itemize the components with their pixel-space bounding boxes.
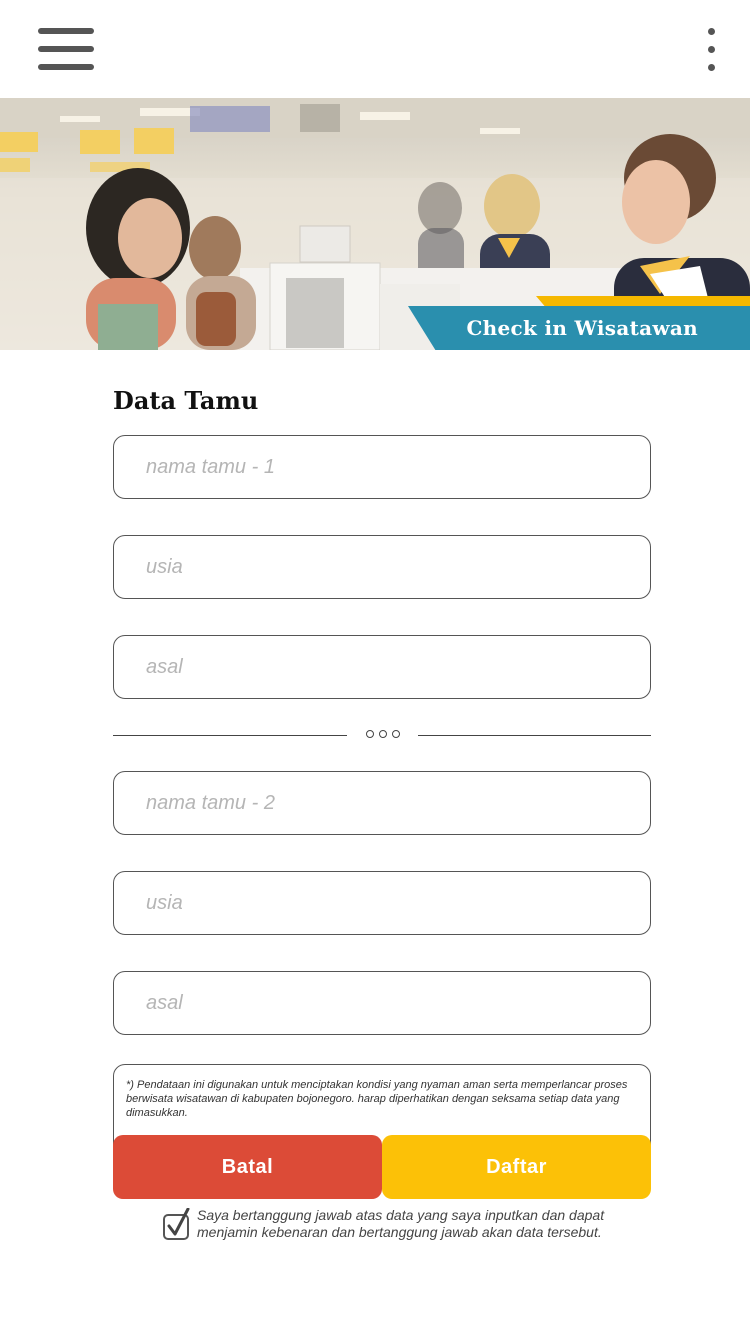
- agreement-row: Saya bertanggung jawab atas data yang sa…: [163, 1206, 643, 1252]
- more-vertical-icon[interactable]: [700, 26, 724, 76]
- agreement-text: Saya bertanggung jawab atas data yang sa…: [197, 1207, 605, 1240]
- guest1-name-field[interactable]: [113, 435, 651, 499]
- banner-accent: [536, 296, 750, 306]
- guest2-name-input[interactable]: [114, 772, 650, 834]
- hamburger-menu-icon[interactable]: [38, 28, 94, 72]
- divider-right: [418, 735, 651, 736]
- page-title: Data Tamu: [113, 386, 259, 415]
- guest1-origin-input[interactable]: [114, 636, 650, 698]
- guest2-age-input[interactable]: [114, 872, 650, 934]
- guest1-origin-field[interactable]: [113, 635, 651, 699]
- guest2-name-field[interactable]: [113, 771, 651, 835]
- guest1-age-field[interactable]: [113, 535, 651, 599]
- ellipsis-icon: [364, 730, 404, 740]
- banner-title: Check in Wisatawan: [466, 316, 698, 340]
- divider-left: [113, 735, 347, 736]
- top-app-bar: [0, 0, 750, 98]
- notice-text: *) Pendataan ini digunakan untuk mencipt…: [126, 1079, 628, 1119]
- cancel-button[interactable]: Batal: [113, 1135, 382, 1199]
- guest1-name-input[interactable]: [114, 436, 650, 498]
- hero-image: Check in Wisatawan: [0, 98, 750, 350]
- guest2-origin-field[interactable]: [113, 971, 651, 1035]
- checkbox-checked-icon[interactable]: [163, 1207, 191, 1240]
- submit-button[interactable]: Daftar: [382, 1135, 651, 1199]
- guest2-age-field[interactable]: [113, 871, 651, 935]
- guest1-age-input[interactable]: [114, 536, 650, 598]
- guest2-origin-input[interactable]: [114, 972, 650, 1034]
